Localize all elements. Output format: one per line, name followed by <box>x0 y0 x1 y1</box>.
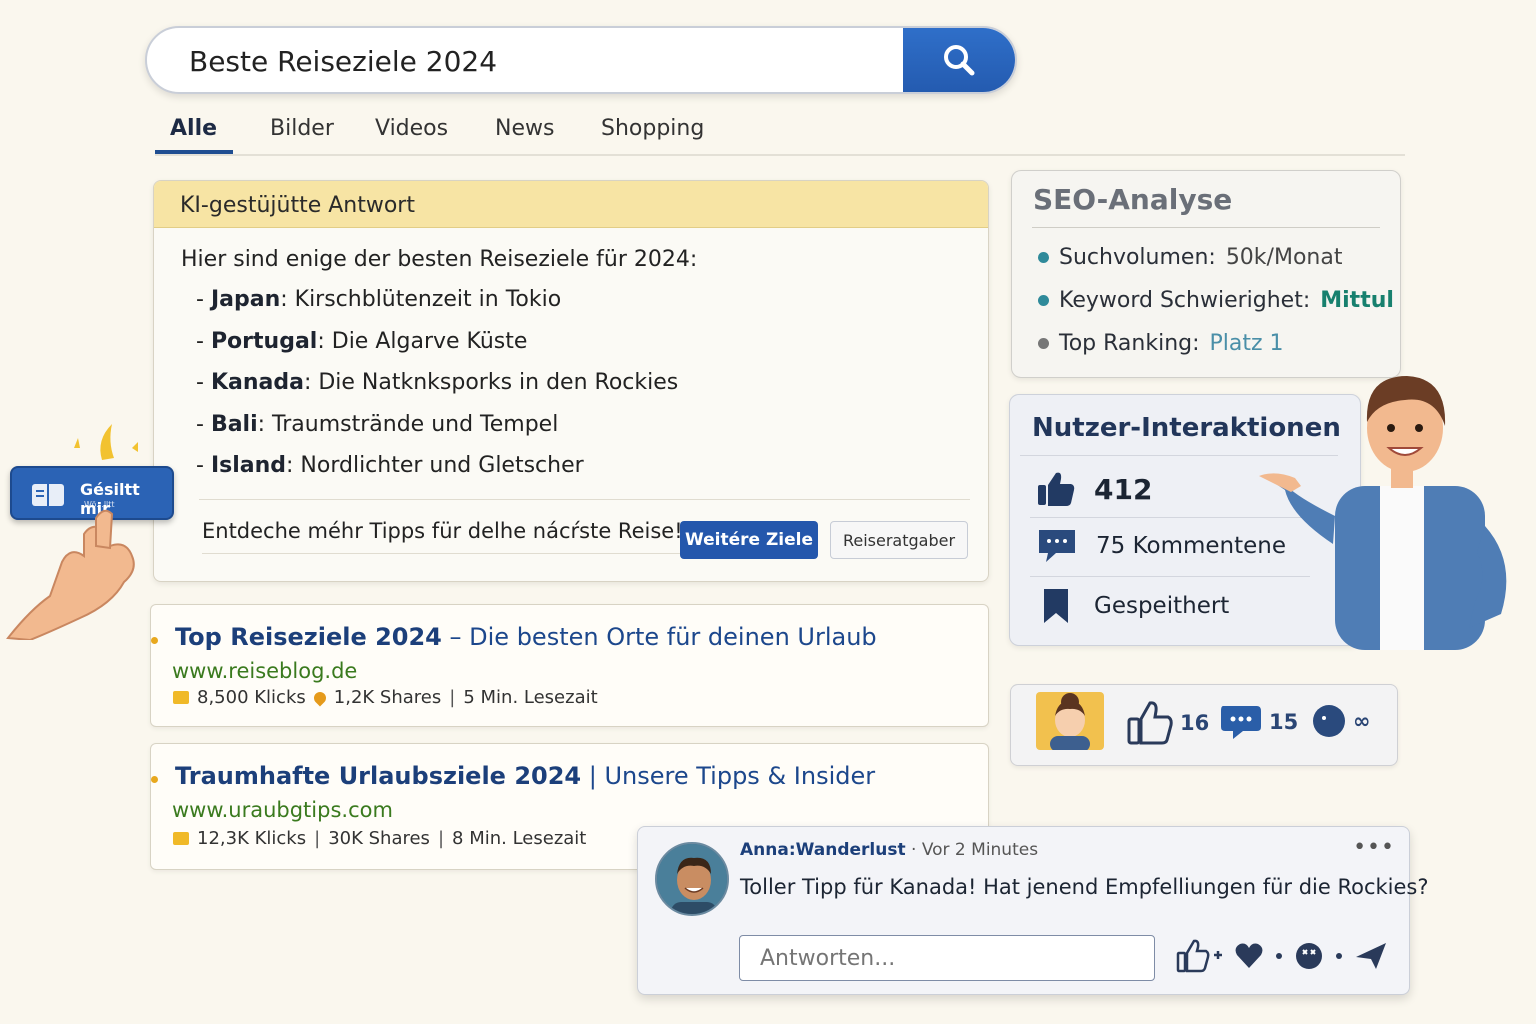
seo-title: SEO-Analyse <box>1033 183 1233 216</box>
result-shares: 30K Shares <box>328 828 430 849</box>
result-url[interactable]: www.reiseblog.de <box>172 659 357 683</box>
active-tab-indicator <box>155 150 233 154</box>
comment-text: Toller Tipp für Kanada! Hat jenend Empfe… <box>740 875 1429 899</box>
ai-cta-text: Entdeche méhr Tipps für delhe nácŕste Re… <box>202 519 683 554</box>
tab-shopping[interactable]: Shopping <box>601 116 704 141</box>
social-stats-strip: 16 15 ∞ <box>1010 684 1398 766</box>
travel-guide-button[interactable]: Reiseratgaber <box>830 521 968 559</box>
bullet-icon <box>151 776 158 783</box>
comments-row[interactable]: 75 Kommentene <box>1036 527 1286 565</box>
presenter-illustration <box>1259 376 1507 650</box>
search-result[interactable]: Top Reiseziele 2024 – Die besten Orte fü… <box>150 604 989 727</box>
search-input[interactable] <box>189 44 889 78</box>
folder-icon <box>173 832 189 845</box>
strip-other[interactable]: ∞ <box>1311 703 1371 739</box>
search-icon <box>944 45 975 76</box>
separator: | <box>437 828 445 849</box>
result-url[interactable]: www.uraubgtips.com <box>172 798 393 822</box>
send-icon[interactable] <box>1354 941 1388 971</box>
reply-actions <box>1176 939 1388 973</box>
strip-likes[interactable]: 16 <box>1126 699 1209 747</box>
seo-search-volume: Suchvolumen: 50k/Monat <box>1038 245 1342 270</box>
search-bar <box>145 26 1017 94</box>
bullet-icon <box>1038 295 1049 306</box>
seo-keyword-difficulty: Keyword Schwierighet: Mittul <box>1038 288 1394 313</box>
separator-dot <box>1336 953 1342 959</box>
sparkle-icon <box>74 424 138 460</box>
likes-count: 412 <box>1094 472 1153 506</box>
tab-videos[interactable]: Videos <box>375 116 448 141</box>
list-item: - Portugal: Die Algarve Küste <box>196 328 528 354</box>
more-destinations-button[interactable]: Weitére Ziele <box>680 521 818 559</box>
seo-top-ranking: Top Ranking: Platz 1 <box>1038 331 1284 356</box>
thumbs-up-icon <box>1127 701 1173 745</box>
folder-icon <box>173 691 189 704</box>
result-clicks: 8,500 Klicks <box>197 687 306 708</box>
emoji-icon[interactable] <box>1294 941 1324 971</box>
ai-answer-list: - Japan: Kirschblütenzeit in Tokio - Por… <box>196 287 678 495</box>
comment-popup: Anna:Wanderlust · Vor 2 Minutes ••• Toll… <box>637 826 1429 995</box>
result-shares: 1,2K Shares <box>333 687 442 708</box>
comment-icon <box>1221 706 1261 739</box>
saved-label: Gespeithert <box>1094 593 1230 619</box>
separator: | <box>314 828 321 849</box>
more-options-icon[interactable]: ••• <box>1353 835 1395 860</box>
tab-alle[interactable]: Alle <box>170 116 217 141</box>
tab-news[interactable]: News <box>495 116 554 141</box>
result-clicks: 12,3K Klicks <box>197 828 307 849</box>
list-item: - Bali: Traumstrände und Tempel <box>196 411 559 437</box>
result-read-time: 8 Min. Lesezait <box>452 828 587 849</box>
divider <box>1032 227 1380 228</box>
list-item: - Kanada: Die Natknksporks in den Rockie… <box>196 370 679 395</box>
pin-icon <box>311 689 329 706</box>
comment-icon <box>1039 530 1075 562</box>
bookmark-icon <box>1044 589 1068 623</box>
react-icon <box>1313 705 1345 737</box>
comment-time: · Vor 2 Minutes <box>911 840 1039 860</box>
thumbs-up-icon <box>1038 472 1075 506</box>
strip-comments[interactable]: 15 <box>1219 703 1298 741</box>
likes-row[interactable]: 412 <box>1036 469 1152 509</box>
comment-meta: Anna:Wanderlust · Vor 2 Minutes <box>740 840 1038 860</box>
saved-row[interactable]: Gespeithert <box>1036 587 1229 625</box>
like-plus-icon[interactable] <box>1176 939 1222 973</box>
ai-answer-intro: Hier sind enige der besten Reiseziele fü… <box>181 247 698 272</box>
result-title[interactable]: Top Reiseziele 2024 – Die besten Orte fü… <box>175 623 877 651</box>
search-button[interactable] <box>903 28 1015 92</box>
seo-analysis-panel: SEO-Analyse Suchvolumen: 50k/Monat Keywor… <box>1011 170 1401 378</box>
search-tabs: Alle Bilder Videos News Shopping <box>155 112 1405 156</box>
ai-answer-header: KI-gestüjütte Antwort <box>154 181 988 228</box>
divider <box>199 499 970 500</box>
avatar <box>1036 692 1104 750</box>
reply-input[interactable] <box>739 935 1155 981</box>
result-meta: 8,500 Klicks 1,2K Shares | 5 Min. Leseza… <box>173 687 598 708</box>
bullet-icon <box>1038 338 1049 349</box>
result-meta: 12,3K Klicks | 30K Shares | 8 Min. Lesez… <box>173 828 586 849</box>
bullet-icon <box>1038 252 1049 263</box>
separator-dot <box>1276 953 1282 959</box>
heart-icon[interactable] <box>1234 941 1264 971</box>
separator: | <box>449 687 456 708</box>
avatar <box>655 842 729 916</box>
tab-bilder[interactable]: Bilder <box>270 116 334 141</box>
list-item: - Japan: Kirschblütenzeit in Tokio <box>196 287 562 312</box>
hand-illustration <box>6 509 135 640</box>
result-title[interactable]: Traumhafte Urlaubsziele 2024 | Unsere Ti… <box>175 762 875 790</box>
ai-answer-card: KI-gestüjütte Antwort Hier sind enige de… <box>153 180 989 582</box>
result-read-time: 5 Min. Lesezait <box>463 687 598 708</box>
comment-username[interactable]: Anna:Wanderlust <box>740 840 906 860</box>
bullet-icon <box>151 637 158 644</box>
list-item: - Island: Nordlichter und Gletscher <box>196 453 584 478</box>
